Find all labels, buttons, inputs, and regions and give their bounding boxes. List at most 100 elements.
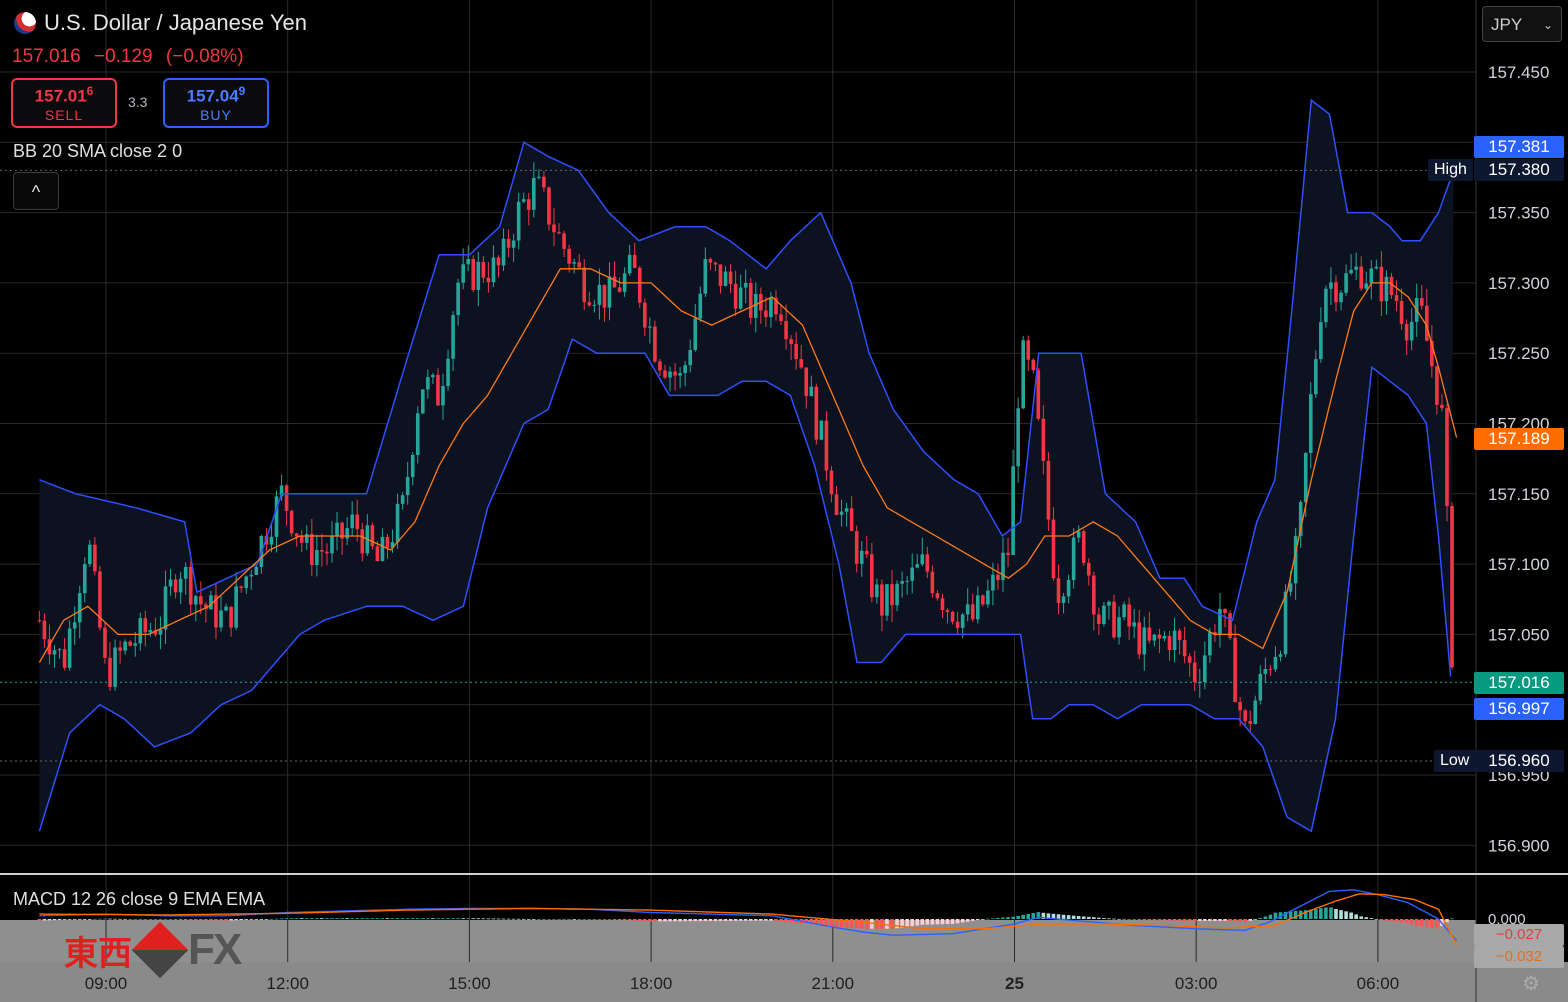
macd-bar <box>637 919 642 921</box>
candle-body <box>496 257 501 266</box>
candle-body <box>829 470 834 495</box>
macd-bar <box>1177 919 1182 921</box>
candle-body <box>965 604 970 615</box>
macd-bar <box>1223 919 1227 921</box>
candle-body <box>748 282 753 318</box>
candle-body <box>950 611 955 622</box>
macd-bar <box>940 919 945 925</box>
macd-bar <box>133 919 138 920</box>
candle-body <box>643 302 647 328</box>
candle-body <box>1066 580 1071 597</box>
macd-bar <box>1218 919 1222 921</box>
macd-bar <box>380 918 385 919</box>
candle-body <box>1076 531 1081 538</box>
candle-body <box>491 257 496 283</box>
macd-bar <box>57 919 62 921</box>
candle-body <box>728 271 733 284</box>
macd-bar <box>648 919 652 922</box>
macd-bar <box>385 918 390 919</box>
macd-bar <box>572 919 576 920</box>
macd-bar <box>653 919 657 922</box>
macd-bar <box>82 919 87 920</box>
macd-bar <box>1258 917 1263 919</box>
macd-bar <box>1409 919 1414 925</box>
candle-body <box>42 620 47 640</box>
candle-body <box>113 647 117 687</box>
macd-bar <box>1248 919 1253 921</box>
macd-bar <box>1419 919 1424 927</box>
candle-body <box>1273 656 1278 670</box>
candle-body <box>794 344 798 360</box>
settings-gear-icon[interactable]: ⚙ <box>1522 971 1540 996</box>
macd-bar <box>1132 919 1136 920</box>
macd-bar <box>743 919 748 921</box>
candle-body <box>128 641 132 646</box>
macd-bar <box>986 918 990 920</box>
macd-bar <box>1404 919 1409 924</box>
candle-body <box>1334 282 1338 303</box>
macd-legend[interactable]: MACD 12 26 close 9 EMA EMA <box>13 889 265 910</box>
macd-bar <box>204 919 208 921</box>
candle-body <box>274 496 279 537</box>
candle-body <box>325 551 329 554</box>
macd-bar <box>1364 917 1369 919</box>
macd-bar <box>779 919 783 922</box>
macd-bar <box>925 919 930 925</box>
us-flag-icon <box>14 12 36 34</box>
macd-bar <box>491 918 496 920</box>
candle-body <box>1021 340 1025 409</box>
candle-body <box>1041 418 1046 461</box>
candle-body <box>239 586 243 588</box>
candle-body <box>123 641 127 651</box>
macd-bar <box>325 918 329 919</box>
candle-body <box>118 647 122 651</box>
candle-body <box>471 258 476 290</box>
time-tick-label: 18:00 <box>630 974 673 993</box>
candle-body <box>350 514 354 529</box>
macd-bar <box>315 918 319 919</box>
candle-body <box>975 595 980 620</box>
macd-bar <box>1414 919 1419 926</box>
time-tick-label: 06:00 <box>1357 974 1400 993</box>
candle-body <box>955 621 960 628</box>
macd-bar <box>350 918 354 919</box>
macd-bar <box>718 919 723 921</box>
price-chart[interactable]: 157.450157.400157.350157.300157.250157.2… <box>0 0 1568 1002</box>
candle-body <box>1409 321 1414 341</box>
candle-body <box>183 566 188 579</box>
buy-button[interactable]: 157.049 BUY <box>163 78 269 128</box>
candle-body <box>1107 601 1111 606</box>
collapse-legend-button[interactable]: ^ <box>13 172 59 210</box>
macd-bar <box>214 919 218 921</box>
candle-body <box>1167 636 1172 650</box>
candle-body <box>289 510 294 534</box>
candle-body <box>421 389 425 414</box>
buy-label: BUY <box>200 106 232 123</box>
chevron-down-icon: ⌄ <box>1542 18 1553 32</box>
candle-body <box>1086 562 1091 576</box>
candle-body <box>143 618 148 633</box>
candle-body <box>870 554 874 598</box>
candle-body <box>405 476 410 496</box>
price-tick-label: 157.050 <box>1488 625 1549 644</box>
bollinger-legend[interactable]: BB 20 SMA close 2 0 <box>13 141 182 162</box>
macd-bar <box>98 918 102 920</box>
candle-body <box>1026 340 1031 360</box>
currency-select[interactable]: JPY ⌄ <box>1482 6 1562 42</box>
macd-bar <box>915 919 920 926</box>
candle-body <box>1369 268 1374 284</box>
macd-bar <box>1061 914 1066 919</box>
candle-body <box>173 579 178 593</box>
macd-bar <box>426 918 430 919</box>
candle-body <box>981 595 985 605</box>
candle-body <box>526 199 531 210</box>
macd-bar <box>1394 919 1399 922</box>
macd-bar <box>400 918 405 919</box>
candle-body <box>1192 662 1197 683</box>
macd-bar <box>67 919 72 920</box>
macd-bar <box>93 918 97 920</box>
candle-body <box>486 277 491 283</box>
sell-button[interactable]: 157.016 SELL <box>11 78 117 128</box>
macd-bar <box>703 919 708 922</box>
macd-bar <box>1086 916 1091 919</box>
